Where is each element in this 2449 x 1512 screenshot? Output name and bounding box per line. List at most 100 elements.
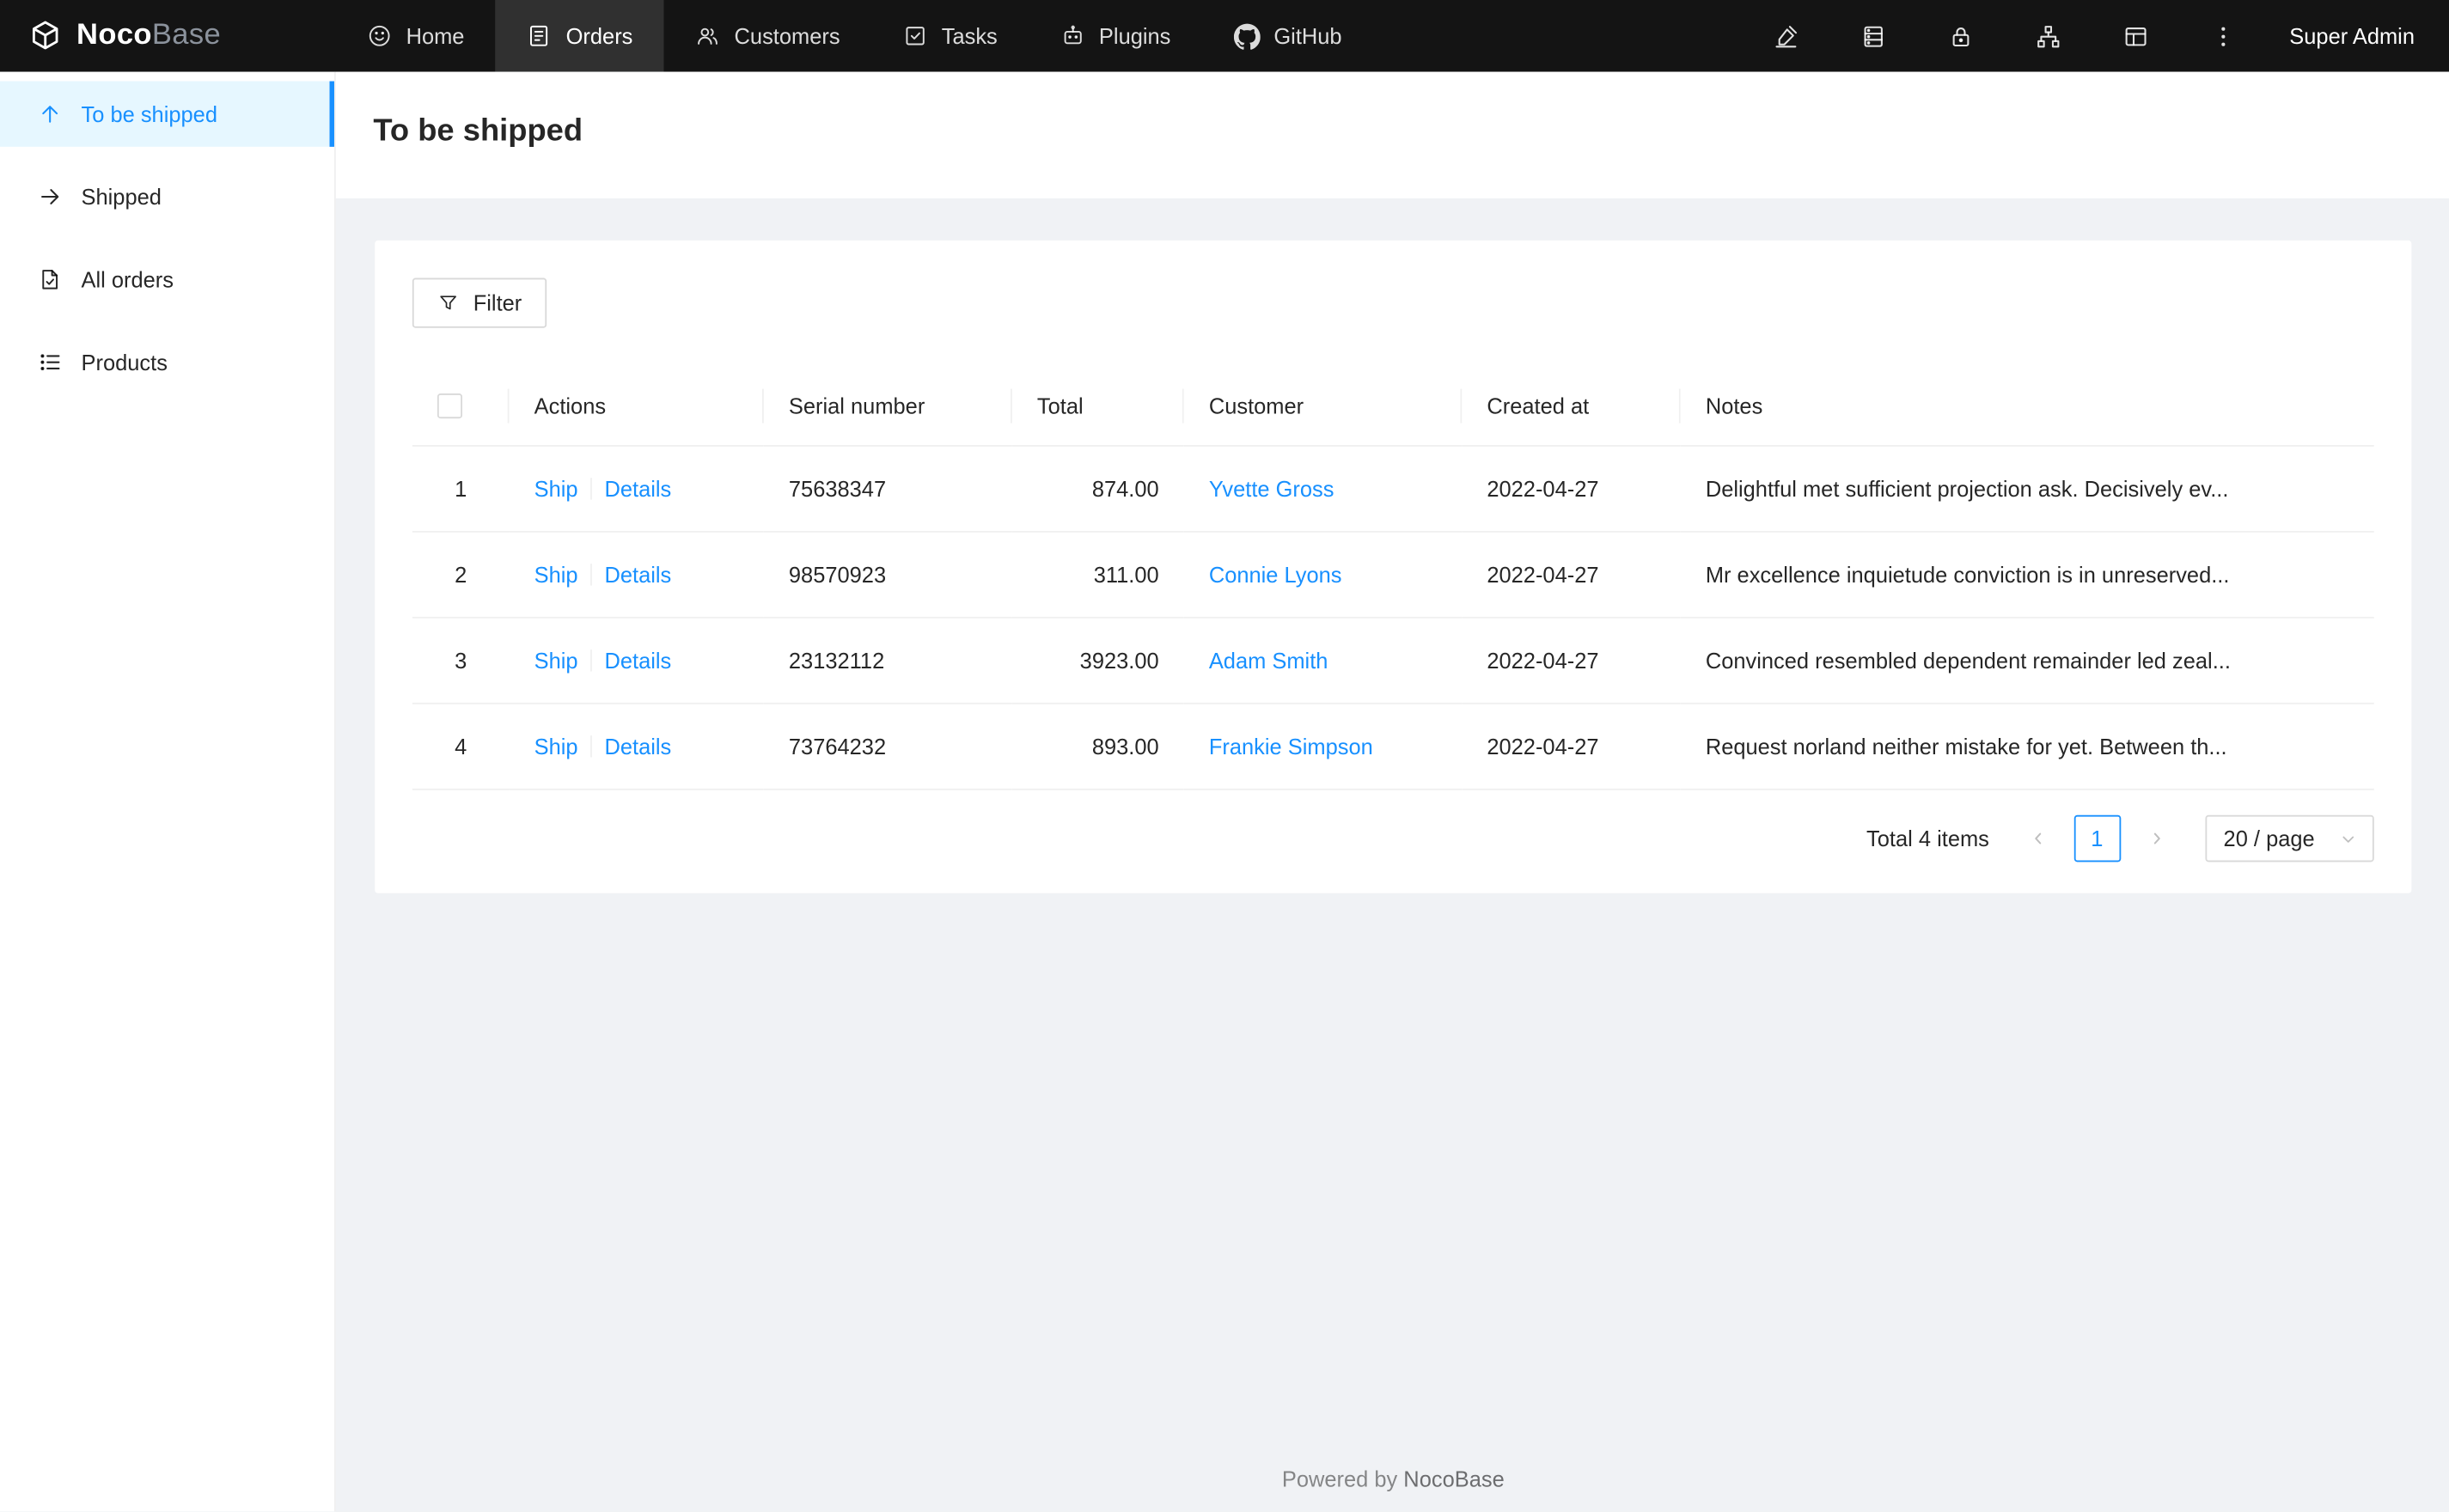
nocobase-cube-icon xyxy=(28,19,63,53)
content-area: Filter Actions Serial number Total Custo xyxy=(336,198,2449,1512)
ship-link[interactable]: Ship xyxy=(534,563,578,588)
nav-item-orders[interactable]: Orders xyxy=(495,0,664,72)
page-1-button[interactable]: 1 xyxy=(2073,815,2121,863)
action-divider xyxy=(590,564,592,587)
file-done-icon xyxy=(38,267,63,292)
ship-link[interactable]: Ship xyxy=(534,477,578,502)
row-index: 1 xyxy=(412,446,510,533)
notes-cell: Request norland neither mistake for yet.… xyxy=(1680,704,2374,791)
row-actions: Ship Details xyxy=(509,618,764,705)
customer-link[interactable]: Frankie Simpson xyxy=(1209,735,1373,759)
main-area: To be shipped Filter Actions Serial numb… xyxy=(335,71,2449,1512)
more-menu-button[interactable] xyxy=(2180,0,2268,72)
page-size-select[interactable]: 20 / page xyxy=(2204,815,2374,863)
page-header: To be shipped xyxy=(335,71,2449,198)
details-link[interactable]: Details xyxy=(604,649,671,674)
list-icon xyxy=(38,350,63,375)
nav-item-customers[interactable]: Customers xyxy=(664,0,871,72)
action-divider xyxy=(590,735,592,759)
nav-item-home[interactable]: Home xyxy=(336,0,496,72)
ship-link[interactable]: Ship xyxy=(534,735,578,759)
page-size-label: 20 / page xyxy=(2223,826,2315,852)
row-index: 3 xyxy=(412,618,510,705)
highlighter-icon xyxy=(1774,22,1800,49)
customer-link[interactable]: Yvette Gross xyxy=(1209,477,1334,502)
customer-cell: Yvette Gross xyxy=(1183,446,1463,533)
chevron-down-icon xyxy=(2340,831,2357,848)
customer-cell: Connie Lyons xyxy=(1183,532,1463,619)
arrow-up-icon xyxy=(38,101,63,126)
filter-button[interactable]: Filter xyxy=(412,277,547,328)
column-header-customer: Customer xyxy=(1183,365,1463,448)
notes-cell: Convinced resembled dependent remainder … xyxy=(1680,618,2374,705)
filter-button-label: Filter xyxy=(473,290,522,316)
orders-table: Actions Serial number Total Customer Cre… xyxy=(412,365,2374,791)
prev-page-button[interactable] xyxy=(2014,815,2061,863)
details-link[interactable]: Details xyxy=(604,477,671,502)
customer-link[interactable]: Adam Smith xyxy=(1209,649,1328,674)
github-icon xyxy=(1233,22,1261,49)
nocobase-app: NocoBase Home Orders Customers Tasks Plu… xyxy=(0,0,2449,1512)
tasks-icon xyxy=(902,23,927,48)
sidebar-item-all-orders[interactable]: All orders xyxy=(0,247,334,312)
total-cell: 893.00 xyxy=(1011,704,1184,791)
layout-button[interactable] xyxy=(2092,0,2180,72)
navbar-right-tools: Super Admin xyxy=(1743,0,2449,72)
collections-button[interactable] xyxy=(1830,0,1918,72)
row-actions: Ship Details xyxy=(509,446,764,533)
sidebar-item-to-be-shipped[interactable]: To be shipped xyxy=(0,81,334,147)
row-index: 4 xyxy=(412,704,510,791)
sidebar-item-shipped[interactable]: Shipped xyxy=(0,164,334,229)
acl-button[interactable] xyxy=(1918,0,2006,72)
table-row: 2 Ship Details 98570923 311.00 Connie Lyo… xyxy=(412,532,2374,619)
nav-item-label: Plugins xyxy=(1098,23,1171,49)
ship-link[interactable]: Ship xyxy=(534,649,578,674)
brand-logo[interactable]: NocoBase xyxy=(0,0,336,72)
customers-icon xyxy=(695,23,720,48)
chevron-left-icon xyxy=(2028,830,2047,849)
column-header-notes: Notes xyxy=(1680,365,2374,448)
created-at-cell: 2022-04-27 xyxy=(1462,704,1681,791)
top-navbar: NocoBase Home Orders Customers Tasks Plu… xyxy=(0,0,2449,72)
serial-number-cell: 75638347 xyxy=(763,446,1012,533)
action-divider xyxy=(590,649,592,673)
customer-cell: Frankie Simpson xyxy=(1183,704,1463,791)
row-actions: Ship Details xyxy=(509,704,764,791)
nav-item-github[interactable]: GitHub xyxy=(1202,0,1373,72)
created-at-cell: 2022-04-27 xyxy=(1462,446,1681,533)
table-toolbar: Filter xyxy=(412,277,2374,328)
customer-link[interactable]: Connie Lyons xyxy=(1209,563,1342,588)
details-link[interactable]: Details xyxy=(604,563,671,588)
user-menu[interactable]: Super Admin xyxy=(2268,23,2449,48)
sidebar-item-label: To be shipped xyxy=(81,101,217,127)
brand-secondary: Base xyxy=(151,18,222,52)
next-page-button[interactable] xyxy=(2133,815,2180,863)
total-cell: 3923.00 xyxy=(1011,618,1184,705)
sidebar: To be shipped Shipped All orders Product… xyxy=(0,71,336,1512)
footer-powered-by: Powered by xyxy=(1281,1466,1404,1492)
total-cell: 311.00 xyxy=(1011,532,1184,619)
footer-brand: NocoBase xyxy=(1403,1466,1505,1492)
pagination: Total 4 items 1 20 / page xyxy=(412,815,2374,863)
workflow-button[interactable] xyxy=(2005,0,2092,72)
created-at-cell: 2022-04-27 xyxy=(1462,618,1681,705)
nav-item-tasks[interactable]: Tasks xyxy=(871,0,1029,72)
table-row: 1 Ship Details 75638347 874.00 Yvette Gro… xyxy=(412,446,2374,533)
nav-item-plugins[interactable]: Plugins xyxy=(1029,0,1202,72)
select-all-checkbox[interactable] xyxy=(437,393,463,419)
lock-icon xyxy=(1948,22,1975,49)
serial-number-cell: 73764232 xyxy=(763,704,1012,791)
page-title: To be shipped xyxy=(373,113,583,149)
table-row: 4 Ship Details 73764232 893.00 Frankie Si… xyxy=(412,704,2374,791)
sidebar-item-products[interactable]: Products xyxy=(0,330,334,395)
details-link[interactable]: Details xyxy=(604,735,671,759)
chevron-right-icon xyxy=(2147,830,2165,849)
brand-primary: Noco xyxy=(76,18,152,52)
plugins-icon xyxy=(1060,23,1084,48)
orders-card: Filter Actions Serial number Total Custo xyxy=(375,240,2412,894)
row-index: 2 xyxy=(412,532,510,619)
action-divider xyxy=(590,478,592,501)
nav-item-label: GitHub xyxy=(1273,23,1342,49)
ui-editor-button[interactable] xyxy=(1743,0,1830,72)
customer-cell: Adam Smith xyxy=(1183,618,1463,705)
